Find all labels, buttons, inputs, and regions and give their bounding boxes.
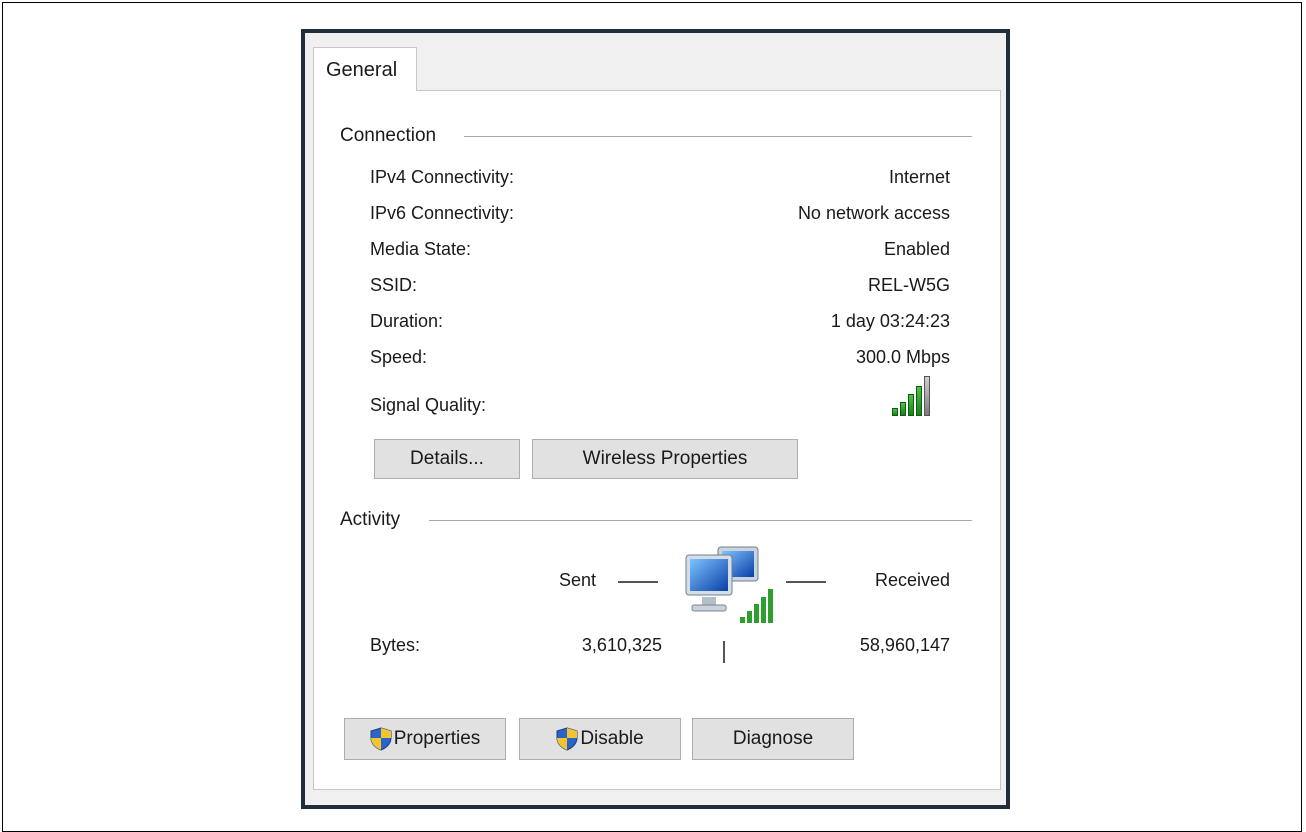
media-state-label: Media State:	[370, 239, 472, 259]
properties-button[interactable]: Properties	[344, 718, 506, 760]
signal-quality-label: Signal Quality:	[370, 395, 487, 415]
general-panel: Connection IPv4 Connectivity: Internet I…	[313, 90, 1001, 790]
wifi-status-dialog: General Connection IPv4 Connectivity: In…	[301, 29, 1010, 809]
ssid-value: REL-W5G	[867, 275, 950, 295]
ipv4-value: Internet	[888, 167, 950, 187]
ssid-label: SSID:	[370, 275, 418, 295]
activity-divider	[429, 520, 972, 521]
connection-group-title: Connection	[340, 125, 449, 147]
details-button[interactable]: Details...	[374, 439, 520, 479]
disable-button[interactable]: Disable	[519, 718, 681, 760]
tab-general[interactable]: General	[313, 47, 417, 91]
network-computers-icon	[685, 546, 773, 623]
duration-value: 1 day 03:24:23	[830, 311, 950, 331]
received-label: Received	[874, 570, 950, 590]
bytes-received-value: 58,960,147	[859, 635, 950, 655]
media-state-value: Enabled	[883, 239, 950, 259]
wireless-properties-button[interactable]: Wireless Properties	[532, 439, 798, 479]
ipv6-value: No network access	[797, 203, 950, 223]
received-dash	[786, 581, 826, 583]
activity-separator	[723, 641, 725, 663]
speed-label: Speed:	[370, 347, 428, 367]
duration-label: Duration:	[370, 311, 444, 331]
bytes-sent-value: 3,610,325	[581, 635, 662, 655]
diagnose-button[interactable]: Diagnose	[692, 718, 854, 760]
uac-shield-icon	[556, 727, 578, 751]
sent-dash	[618, 581, 658, 583]
ipv4-label: IPv4 Connectivity:	[370, 167, 515, 187]
disable-button-label: Disable	[580, 728, 644, 749]
activity-group-title: Activity	[340, 509, 413, 531]
uac-shield-icon	[370, 727, 392, 751]
ipv6-label: IPv6 Connectivity:	[370, 203, 515, 223]
bytes-label: Bytes:	[370, 635, 421, 655]
properties-button-label: Properties	[393, 728, 481, 749]
sent-label: Sent	[559, 570, 597, 590]
signal-strength-icon	[892, 376, 930, 416]
connection-divider	[464, 136, 972, 137]
speed-value: 300.0 Mbps	[855, 347, 950, 367]
